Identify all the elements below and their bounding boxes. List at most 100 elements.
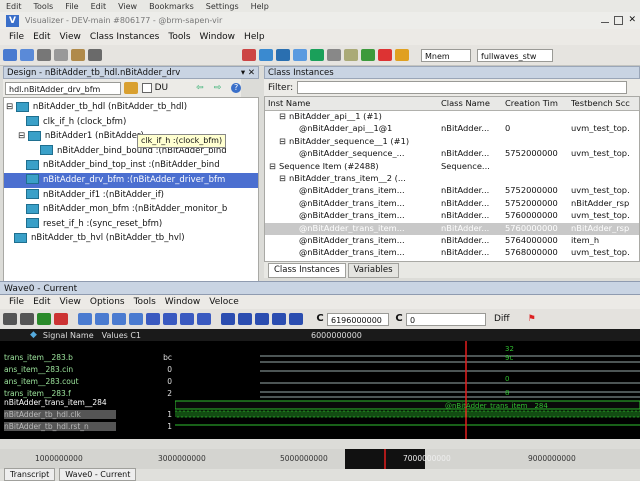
menu-file[interactable]: File <box>9 32 24 42</box>
edge-icon[interactable] <box>180 313 194 325</box>
cursor-c-icon[interactable]: C <box>313 313 327 325</box>
menu-class-instances[interactable]: Class Instances <box>90 32 160 42</box>
scope-select[interactable]: hdl.nBitAdder_drv_bfm <box>5 81 122 95</box>
search-signal-icon[interactable] <box>289 313 303 325</box>
tree-item[interactable]: reset_if_h :(sync_reset_bfm) <box>4 217 258 232</box>
mnem-select[interactable]: Mnem <box>421 48 471 62</box>
signal-row[interactable]: trans_item__283.b <box>4 353 73 362</box>
wave-menu-tools[interactable]: Tools <box>134 297 156 307</box>
flag-icon[interactable] <box>395 49 409 61</box>
signal-name-col[interactable]: Signal Name <box>43 331 94 340</box>
back-icon[interactable] <box>3 49 17 61</box>
menu-window[interactable]: Window <box>200 32 236 42</box>
signal-row[interactable]: trans_item__283.f <box>4 389 71 398</box>
check-icon[interactable] <box>361 49 375 61</box>
forward-icon[interactable] <box>20 49 34 61</box>
wave-menu-file[interactable]: File <box>9 297 24 307</box>
cursor-field[interactable]: 0 <box>406 312 486 326</box>
bookmark-icon[interactable] <box>242 49 256 61</box>
col-testbench-scope[interactable]: Testbench Scc <box>571 97 630 110</box>
tree-item[interactable]: clk_if_h (clock_bfm) <box>4 115 258 130</box>
class-row[interactable]: @nBitAdder_api__1@1 nBitAdder... 0 uvm_test… <box>265 123 639 135</box>
expand-icon[interactable]: ⊟ <box>269 161 276 171</box>
expand-icon[interactable]: ⊟ <box>279 173 286 183</box>
wave-menu-window[interactable]: Window <box>165 297 201 307</box>
du-checkbox[interactable] <box>141 83 152 93</box>
signal-row-clk[interactable]: nBitAdder_tb_hdl.clk <box>4 410 116 419</box>
maximize-icon[interactable] <box>614 16 624 25</box>
os-menu-6[interactable]: Settings <box>206 2 239 11</box>
diff-label[interactable]: Diff <box>494 314 510 324</box>
forward-arrow-icon[interactable]: ⇨ <box>214 83 222 93</box>
col-creation-time[interactable]: Creation Tim <box>505 97 558 110</box>
signal-row-rst[interactable]: nBitAdder_tb_hdl.rst_n <box>4 422 116 431</box>
tree-item[interactable]: nBitAdder_bind_top_inst :(nBitAdder_bind <box>4 158 258 173</box>
class-row[interactable]: ⊟ nBitAdder_trans_item__2 (... <box>265 173 639 185</box>
col-class-name[interactable]: Class Name <box>441 97 490 110</box>
class-row[interactable]: ⊟ Sequence Item (#2488) Sequence... <box>265 161 639 173</box>
cursor-next-icon[interactable] <box>163 313 177 325</box>
signal-row[interactable]: ans_item__283.cout <box>4 377 79 386</box>
cut-icon[interactable] <box>37 49 51 61</box>
class-row[interactable]: @nBitAdder_trans_item... nBitAdder... 5768… <box>265 247 639 259</box>
os-menu-5[interactable]: Bookmarks <box>149 2 194 11</box>
cursor-prev-icon[interactable] <box>146 313 160 325</box>
minimize-icon[interactable] <box>601 22 610 23</box>
panel-close-icon[interactable]: ▾ ✕ <box>241 67 255 80</box>
tab-class-instances[interactable]: Class Instances <box>268 262 346 278</box>
tree-item[interactable]: nBitAdder_if1 :(nBitAdder_if) <box>4 188 258 203</box>
class-row[interactable]: @nBitAdder_trans_item... nBitAdder... 5764… <box>265 235 639 247</box>
waves-select[interactable]: fullwaves_stw <box>477 48 553 62</box>
waveform-pane[interactable]: 32 9c 0 8 @nBitAdder_trans_item__284 <box>175 329 640 439</box>
os-menu-2[interactable]: File <box>65 2 78 11</box>
paste-icon[interactable] <box>71 49 85 61</box>
tab-transcript[interactable]: Transcript <box>4 468 56 481</box>
tree-item[interactable]: nBitAdder_mon_bfm :(nBitAdder_monitor_b <box>4 202 258 217</box>
time-field[interactable]: 6196000000 <box>327 312 389 326</box>
tree-item-selected[interactable]: nBitAdder_drv_bfm :(nBitAdder_driver_bfm <box>4 172 258 188</box>
timeline-overview[interactable]: 1000000000 3000000000 5000000000 7000000… <box>0 449 640 469</box>
filter-input[interactable] <box>297 81 628 94</box>
back-arrow-icon[interactable]: ⇦ <box>196 83 204 93</box>
bus-icon[interactable] <box>221 313 235 325</box>
group-icon[interactable] <box>238 313 252 325</box>
flag-marker-icon[interactable]: ⚑ <box>528 314 536 324</box>
edit-icon[interactable] <box>344 49 358 61</box>
zoom-out-icon[interactable] <box>95 313 109 325</box>
undo-icon[interactable] <box>3 313 17 325</box>
signal-row-transaction[interactable]: nBitAdder_trans_item__284 <box>4 398 107 407</box>
zoom-in-icon[interactable] <box>78 313 92 325</box>
menu-view[interactable]: View <box>60 32 81 42</box>
class-row[interactable]: @nBitAdder_trans_item... nBitAdder... 5760… <box>265 210 639 222</box>
edit-scope-icon[interactable] <box>124 82 138 94</box>
class-row[interactable]: @nBitAdder_trans_item... nBitAdder... 5752… <box>265 198 639 210</box>
menu-edit[interactable]: Edit <box>33 32 50 42</box>
help-icon[interactable]: ? <box>231 83 241 93</box>
marker-icon[interactable] <box>197 313 211 325</box>
stop-icon[interactable] <box>54 313 68 325</box>
class-row[interactable]: @nBitAdder_trans_item... nBitAdder... 5752… <box>265 185 639 197</box>
tab-variables[interactable]: Variables <box>347 262 399 278</box>
os-menu-3[interactable]: Edit <box>91 2 107 11</box>
divider-icon[interactable] <box>255 313 269 325</box>
expand-icon[interactable]: ⊟ <box>279 111 286 121</box>
logo-v-icon[interactable] <box>378 49 392 61</box>
class-row[interactable]: ⊟ nBitAdder_sequence__1 (#1) <box>265 136 639 148</box>
filter-icon[interactable] <box>293 49 307 61</box>
copy-icon[interactable] <box>54 49 68 61</box>
tree-item[interactable]: nBitAdder_tb_hvl (nBitAdder_tb_hvl) <box>4 231 258 246</box>
redo-icon[interactable] <box>20 313 34 325</box>
os-menu-4[interactable]: View <box>118 2 137 11</box>
search-icon[interactable] <box>88 49 102 61</box>
wave-menu-options[interactable]: Options <box>90 297 125 307</box>
close-icon[interactable]: ✕ <box>628 16 636 25</box>
menu-tools[interactable]: Tools <box>168 32 190 42</box>
wave-icon[interactable] <box>310 49 324 61</box>
refresh-icon[interactable] <box>37 313 51 325</box>
wave-menu-view[interactable]: View <box>60 297 81 307</box>
format-icon[interactable] <box>272 313 286 325</box>
tab-wave0[interactable]: Wave0 - Current <box>59 468 137 481</box>
class-row[interactable]: @nBitAdder_sequence_... nBitAdder... 57520… <box>265 148 639 160</box>
os-menu-7[interactable]: Help <box>251 2 269 11</box>
cursor-select-icon[interactable]: C <box>392 313 406 325</box>
